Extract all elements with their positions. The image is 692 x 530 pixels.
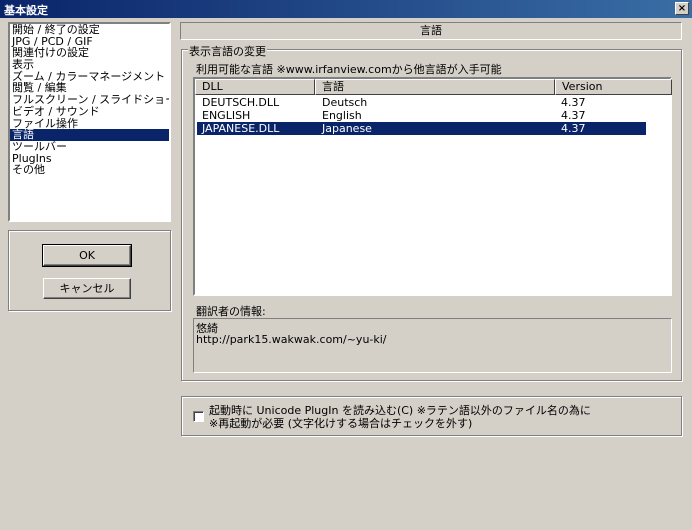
unicode-plugin-checkbox[interactable] — [193, 411, 204, 422]
ok-button[interactable]: OK — [42, 244, 132, 267]
language-row[interactable]: ENGLISH English 4.37 — [197, 109, 646, 122]
language-group-label: 表示言語の変更 — [188, 43, 267, 59]
translator-info-label: 翻訳者の情報: — [196, 305, 266, 318]
page-title: 言語 — [180, 22, 682, 40]
listview-header: DLL 言語 Version — [195, 79, 672, 95]
column-header-language[interactable]: 言語 — [315, 79, 555, 95]
column-header-version[interactable]: Version — [555, 79, 672, 95]
cancel-button[interactable]: キャンセル — [43, 278, 131, 299]
row-cell-lang: Japanese — [322, 122, 372, 135]
column-header-dll[interactable]: DLL — [195, 79, 315, 95]
sidebar-item[interactable]: その他 — [10, 164, 169, 176]
sidebar-item[interactable]: ビデオ / サウンド — [10, 106, 169, 118]
translator-info-box: 悠綺 http://park15.wakwak.com/~yu-ki/ — [193, 318, 672, 373]
preferences-window: 基本設定 × 開始 / 終了の設定 JPG / PCD / GIF 関連付けの設定表… — [0, 0, 692, 530]
row-cell-dll: DEUTSCH.DLL — [202, 96, 280, 109]
row-cell-version: 4.37 — [561, 96, 586, 109]
available-languages-label: 利用可能な言語 ※www.irfanview.comから他言語が入手可能 — [196, 63, 502, 76]
category-list[interactable]: 開始 / 終了の設定 JPG / PCD / GIF 関連付けの設定 表示 ズーム / … — [8, 22, 171, 222]
row-cell-version: 4.37 — [561, 109, 586, 122]
button-panel: OK キャンセル — [8, 230, 171, 311]
row-cell-dll: ENGLISH — [202, 109, 251, 122]
sidebar-item[interactable]: 開始 / 終了の設定 — [10, 24, 169, 36]
row-cell-lang: English — [322, 109, 362, 122]
language-row[interactable]: DEUTSCH.DLL Deutsch 4.37 — [197, 96, 646, 109]
row-cell-version: 4.37 — [561, 122, 586, 135]
language-row[interactable]: JAPANESE.DLL Japanese 4.37 — [196, 121, 647, 136]
row-cell-dll: JAPANESE.DLL — [202, 122, 280, 135]
row-cell-lang: Deutsch — [322, 96, 368, 109]
translator-url: http://park15.wakwak.com/~yu-ki/ — [196, 333, 387, 346]
window-title: 基本設定 — [4, 4, 48, 17]
sidebar-item[interactable]: ツールバー — [10, 141, 169, 153]
close-button[interactable]: × — [675, 2, 689, 15]
unicode-plugin-line2: ※再起動が必要 (文字化けする場合はチェックを外す) — [209, 417, 473, 430]
sidebar-item[interactable]: 表示 — [10, 59, 169, 71]
unicode-plugin-label[interactable]: 起動時に Unicode PlugIn を読み込む(C) ※ラテン語以外のファイ… — [209, 404, 591, 430]
language-listview[interactable]: DLL 言語 Version DEUTSCH.DLL Deutsch 4.37 ENG… — [193, 77, 672, 296]
title-bar[interactable]: 基本設定 × — [0, 0, 692, 18]
close-icon: × — [677, 3, 687, 14]
unicode-plugin-line1: 起動時に Unicode PlugIn を読み込む(C) ※ラテン語以外のファイ… — [209, 404, 591, 417]
